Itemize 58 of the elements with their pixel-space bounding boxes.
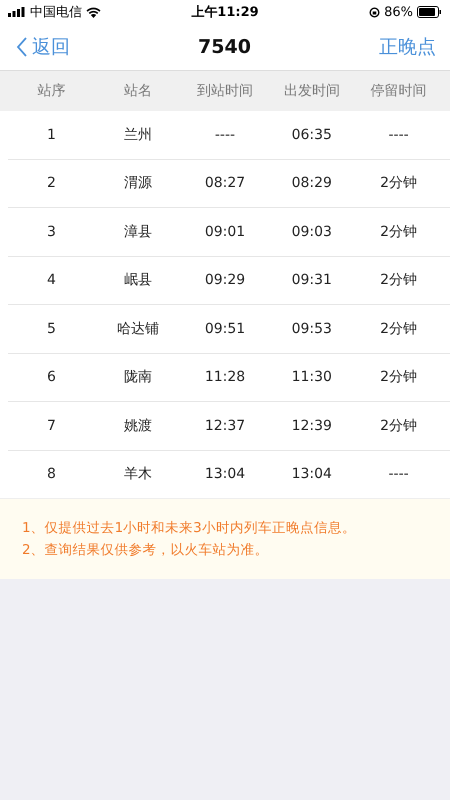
table-cell-text: 09:51: [204, 320, 246, 337]
table-cell-text: 姚渡: [123, 416, 154, 435]
table-cell-text: 12:39: [290, 418, 333, 434]
notice-text: 1、仅提供过去1小时和未来3小时内列车正晚点信息。: [22, 519, 357, 538]
table-cell-text: 11:30: [290, 369, 333, 386]
table-cell-text: 2分钟: [379, 174, 418, 192]
signal-icon: [8, 7, 26, 17]
column-header: 到站时间: [196, 82, 254, 100]
table-cell-text: 陇南: [123, 368, 154, 386]
table-cell-text: 1: [46, 126, 57, 143]
table-cell-text: 06:35: [290, 126, 333, 143]
table-cell-text: 08:29: [290, 175, 333, 192]
table-cell-text: 2分钟: [379, 368, 418, 386]
table-cell-text: 09:01: [204, 224, 246, 240]
table-cell-text: 13:04: [290, 466, 333, 482]
train-number: 7540: [198, 36, 251, 58]
table-cell-text: 7: [46, 418, 57, 434]
table-cell-text: 09:03: [290, 224, 333, 240]
punctuality-button[interactable]: 正晚点: [378, 34, 436, 60]
table-cell-text: 羊木: [123, 465, 154, 484]
table-cell-text: 2分钟: [379, 222, 418, 241]
table-cell-text: 09:29: [204, 272, 246, 288]
battery-icon: [416, 6, 442, 18]
table-cell-text: 2分钟: [379, 271, 418, 290]
table-cell-text: 8: [46, 466, 57, 482]
table-cell-text: 2: [46, 175, 57, 192]
table-cell-text: ----: [214, 126, 236, 143]
table-cell-text: 2分钟: [379, 416, 418, 435]
table-cell-text: 哈达铺: [116, 320, 160, 338]
carrier-name: 中国电信: [30, 4, 82, 21]
column-header: 停留时间: [370, 82, 428, 100]
column-header: 出发时间: [282, 82, 341, 100]
table-cell-text: 岷县: [123, 271, 154, 290]
table-cell-text: 09:53: [290, 320, 333, 337]
notice-text: 2、查询结果仅供参考，以火车站为准。: [22, 541, 270, 560]
table-cell-text: 渭源: [123, 174, 154, 192]
table-cell-text: 漳县: [123, 222, 154, 241]
table-cell-text: ----: [387, 126, 410, 143]
table-cell-text: 11:28: [204, 369, 246, 386]
table-cell-text: 13:04: [204, 466, 246, 482]
table-cell-text: 2分钟: [379, 320, 418, 338]
table-cell-text: ----: [387, 466, 410, 482]
table-cell-text: 12:37: [204, 418, 246, 434]
table-cell-text: 6: [46, 369, 57, 386]
back-button[interactable]: 返回: [16, 34, 70, 60]
table-cell-text: 兰州: [123, 126, 154, 144]
table-cell-text: 3: [46, 224, 57, 240]
chevron-left-icon: [16, 37, 28, 57]
battery-percent: 86%: [384, 4, 413, 20]
table-cell-text: 5: [46, 320, 57, 337]
status-time: 上午11:29: [191, 4, 259, 21]
wifi-icon: [86, 6, 101, 18]
table-cell-text: 08:27: [204, 175, 246, 192]
rotation-lock-icon: [369, 6, 380, 18]
table-cell-text: 09:31: [290, 272, 333, 288]
table-cell-text: 4: [46, 272, 57, 288]
column-header: 站序: [36, 82, 66, 100]
column-header: 站名: [123, 82, 154, 100]
